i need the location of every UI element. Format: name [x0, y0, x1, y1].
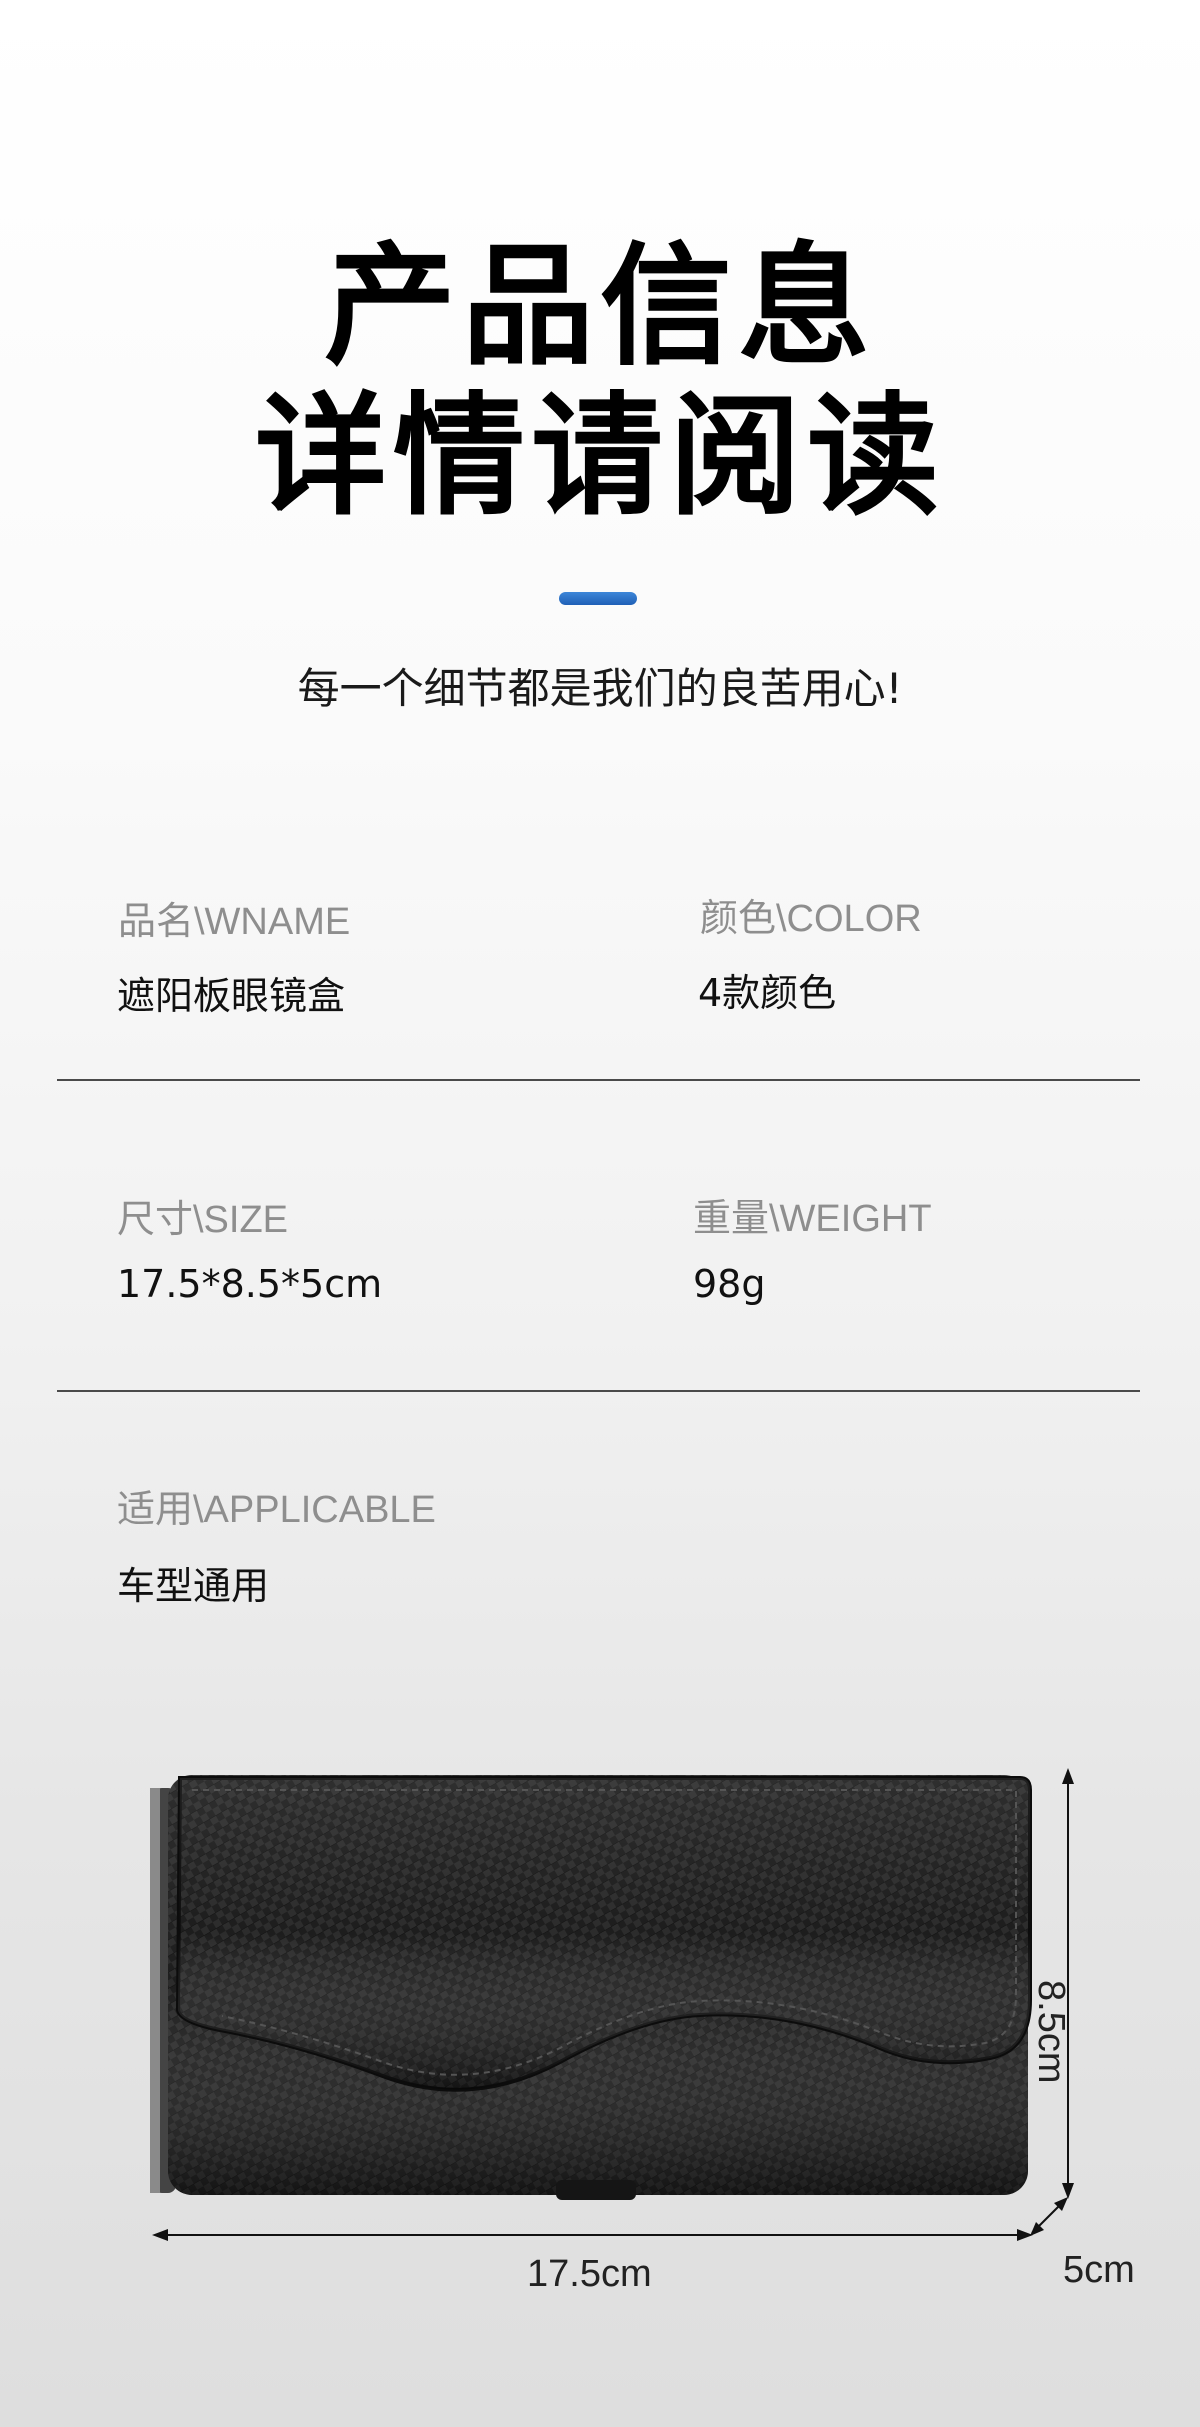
width-dimension-label: 17.5cm [527, 2253, 652, 2295]
depth-dimension-label: 5cm [1063, 2249, 1135, 2291]
height-dimension-label: 8.5cm [1030, 1980, 1072, 2084]
product-photo [150, 1768, 1074, 2241]
